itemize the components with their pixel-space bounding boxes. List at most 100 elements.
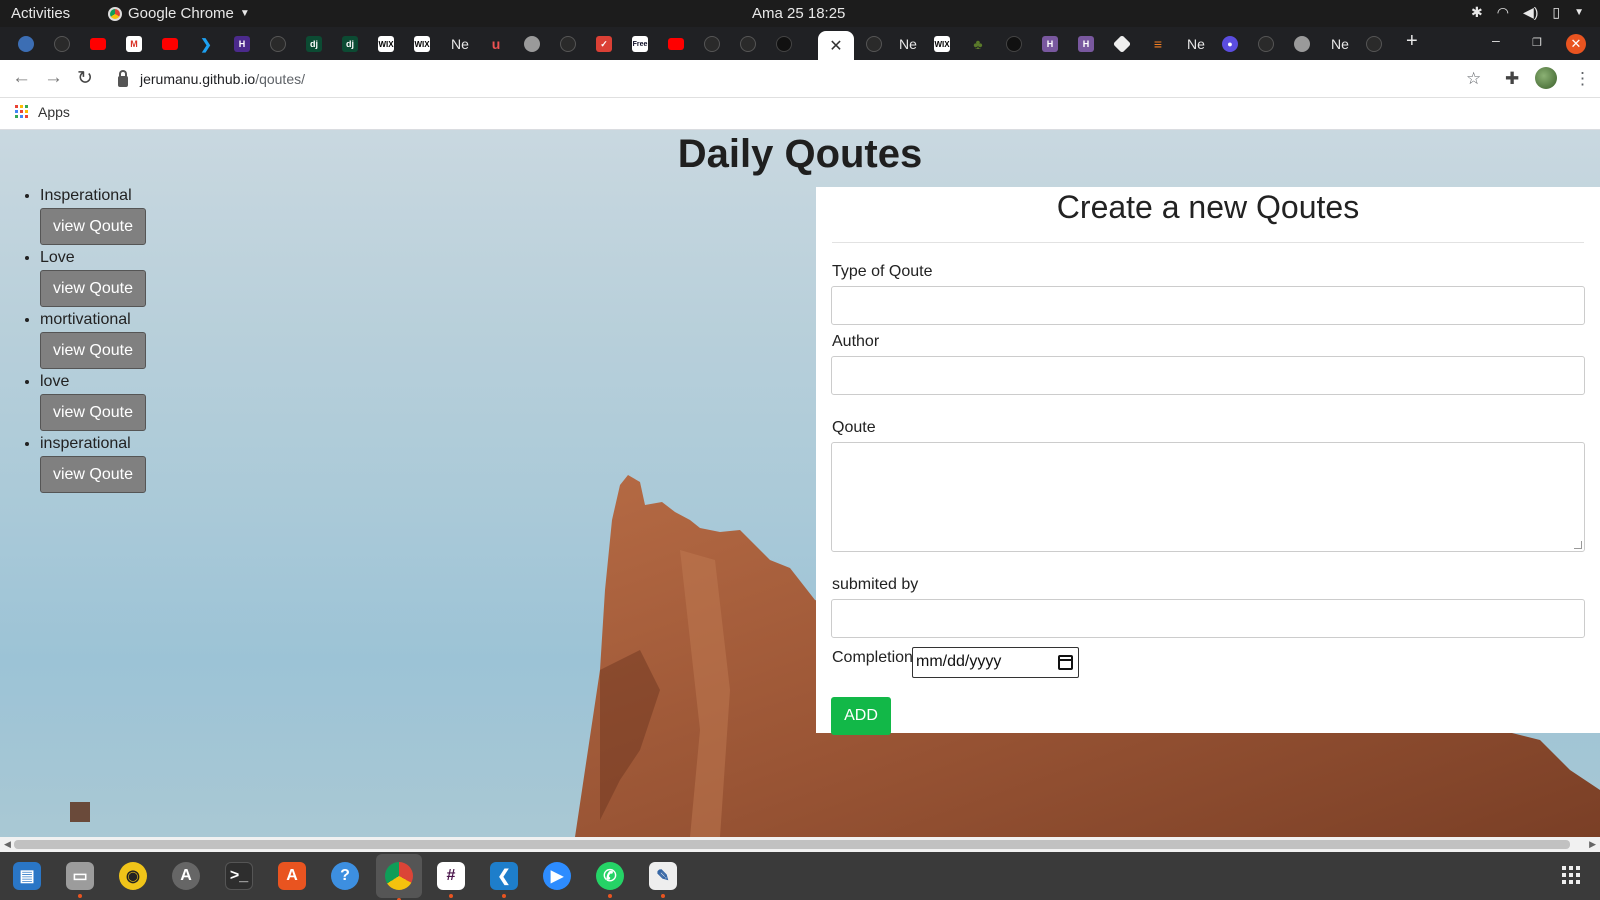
forward-arrow-icon[interactable]: → [44, 67, 63, 89]
view-quote-button[interactable]: view Qoute [40, 270, 146, 307]
dock-slack[interactable]: # [433, 858, 469, 898]
tab-favicon-hackernoon[interactable]: H [228, 31, 256, 57]
tab-favicon-github[interactable] [734, 31, 762, 57]
profile-avatar[interactable] [1535, 67, 1557, 89]
tab-favicon-todoist[interactable]: ✓ [590, 31, 618, 57]
tab-favicon-youtube[interactable] [156, 31, 184, 57]
dock-text-editor[interactable]: ✎ [645, 858, 681, 898]
tab-favicon-github[interactable] [770, 31, 798, 57]
url-text[interactable]: jerumanu.github.io/qoutes/ [140, 71, 305, 87]
author-input[interactable] [831, 356, 1585, 395]
tab-favicon-github[interactable] [1252, 31, 1280, 57]
dock-terminal[interactable]: >_ [221, 858, 257, 894]
close-icon[interactable]: ✕ [829, 36, 842, 56]
minimize-icon[interactable]: – [1492, 32, 1500, 48]
type-input[interactable] [831, 286, 1585, 325]
tab-favicon-plant[interactable]: ♣ [964, 31, 992, 57]
tab-favicon-heroku[interactable]: H [1072, 31, 1100, 57]
dock-help[interactable]: ? [327, 858, 363, 894]
submitted-by-label: submited by [832, 576, 919, 593]
scroll-left-icon[interactable]: ◀ [4, 839, 11, 850]
dock-software[interactable]: A [274, 858, 310, 894]
view-quote-button[interactable]: view Qoute [40, 208, 146, 245]
tab-ne[interactable]: Ne [1182, 31, 1210, 57]
clock[interactable]: Ama 25 18:25 [752, 5, 845, 22]
submitted-by-input[interactable] [831, 599, 1585, 638]
completion-date-input[interactable]: mm/dd/yyyy [912, 647, 1079, 678]
dock-files-doc[interactable]: ▤ [9, 858, 45, 894]
whatsapp-icon: ✆ [596, 862, 624, 890]
tab-favicon-wix[interactable]: WIX [408, 31, 436, 57]
extensions-puzzle-icon[interactable]: ✚ [1505, 69, 1519, 89]
tab-favicon-youtube[interactable] [84, 31, 112, 57]
system-tray[interactable]: ✱ ◠ ◀) ▯ ▼ [1471, 4, 1584, 21]
dock-chrome[interactable] [376, 854, 422, 900]
apps-grid-icon[interactable] [15, 105, 28, 118]
hackernoon-icon: H [234, 36, 250, 52]
apps-bookmark[interactable]: Apps [38, 104, 70, 120]
dock-vscode[interactable]: ❮ [486, 858, 522, 898]
tab-favicon-github[interactable] [1360, 31, 1388, 57]
dock-rhythmbox[interactable]: ◉ [115, 858, 151, 894]
dock-files[interactable]: ▭ [62, 858, 98, 898]
tab-favicon-github[interactable] [48, 31, 76, 57]
address-bar[interactable]: jerumanu.github.io/qoutes/ [106, 64, 1486, 94]
software-center-icon: A [278, 862, 306, 890]
tab-favicon-globe[interactable] [518, 31, 546, 57]
window-close-button[interactable]: ✕ [1566, 34, 1586, 54]
slack-tray-icon[interactable]: ✱ [1471, 4, 1483, 21]
quote-textarea[interactable] [831, 442, 1585, 552]
tab-favicon-twitter[interactable]: ❯ [192, 31, 220, 57]
back-arrow-icon[interactable]: ← [12, 67, 31, 89]
wifi-icon[interactable]: ◠ [1497, 4, 1509, 21]
tab-active[interactable]: ✕ [818, 31, 854, 60]
tab-favicon-globe[interactable] [1288, 31, 1316, 57]
tab-favicon-github[interactable] [1000, 31, 1028, 57]
tab-favicon-user[interactable]: ● [1216, 31, 1244, 57]
scroll-right-icon[interactable]: ▶ [1589, 839, 1596, 850]
tab-favicon-heroku[interactable]: H [1036, 31, 1064, 57]
tab-favicon-wix[interactable]: WIX [372, 31, 400, 57]
restore-icon[interactable]: ❐ [1532, 36, 1542, 49]
tab-favicon-wix[interactable]: WIX [928, 31, 956, 57]
globe-icon [1294, 36, 1310, 52]
calendar-icon[interactable] [1058, 655, 1073, 670]
tab-favicon-github[interactable] [554, 31, 582, 57]
resize-grip-icon[interactable] [1574, 541, 1582, 549]
bookmark-star-icon[interactable]: ☆ [1466, 69, 1481, 89]
volume-icon[interactable]: ◀) [1523, 4, 1538, 21]
chevron-down-icon[interactable]: ▼ [1574, 7, 1584, 18]
horizontal-scrollbar[interactable]: ◀ ▶ [0, 837, 1600, 852]
tab-favicon-youtube[interactable] [662, 31, 690, 57]
reload-icon[interactable]: ↻ [77, 67, 93, 90]
tab-favicon-github[interactable] [698, 31, 726, 57]
tab-favicon-django[interactable]: dj [336, 31, 364, 57]
more-menu-icon[interactable]: ⋮ [1574, 69, 1591, 89]
battery-icon[interactable]: ▯ [1552, 4, 1560, 21]
github-icon [866, 36, 882, 52]
tab-ne[interactable]: Ne [446, 31, 474, 57]
dock-zoom[interactable]: ▶ [539, 858, 575, 894]
activities-button[interactable]: Activities [11, 5, 70, 22]
tab-favicon-github[interactable] [264, 31, 292, 57]
view-quote-button[interactable]: view Qoute [40, 332, 146, 369]
tab-favicon-cube[interactable] [1108, 31, 1136, 57]
view-quote-button[interactable]: view Qoute [40, 456, 146, 493]
show-applications-icon[interactable] [1562, 866, 1580, 884]
tab-favicon-gmail[interactable]: M [120, 31, 148, 57]
tab-favicon-stackoverflow[interactable]: ≡ [1144, 31, 1172, 57]
tab-ne[interactable]: Ne [894, 31, 922, 57]
tab-favicon-udemy[interactable]: u [482, 31, 510, 57]
scrollbar-thumb[interactable] [14, 840, 1570, 849]
tab-ne[interactable]: Ne [1326, 31, 1354, 57]
dock-whatsapp[interactable]: ✆ [592, 858, 628, 898]
tab-favicon-github[interactable] [860, 31, 888, 57]
tab-favicon-fedora[interactable] [12, 31, 40, 57]
tab-favicon-freecodecamp[interactable]: Free [626, 31, 654, 57]
view-quote-button[interactable]: view Qoute [40, 394, 146, 431]
new-tab-button[interactable]: + [1406, 30, 1418, 53]
dock-software-updater[interactable]: A [168, 858, 204, 894]
app-menu[interactable]: Google Chrome ▼ [108, 5, 250, 22]
tab-favicon-django[interactable]: dj [300, 31, 328, 57]
add-button[interactable]: ADD [831, 697, 891, 735]
